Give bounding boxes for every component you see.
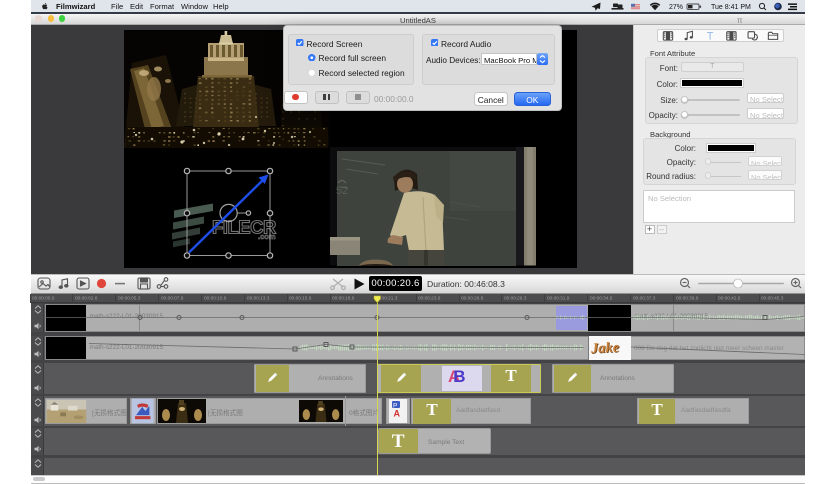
svg-text:27%: 27% [669, 4, 683, 11]
svg-text:T: T [706, 31, 713, 42]
svg-text:A: A [394, 409, 401, 419]
svg-text:.com: .com [258, 232, 276, 241]
svg-text:Tue 8:41 PM: Tue 8:41 PM [711, 4, 751, 11]
